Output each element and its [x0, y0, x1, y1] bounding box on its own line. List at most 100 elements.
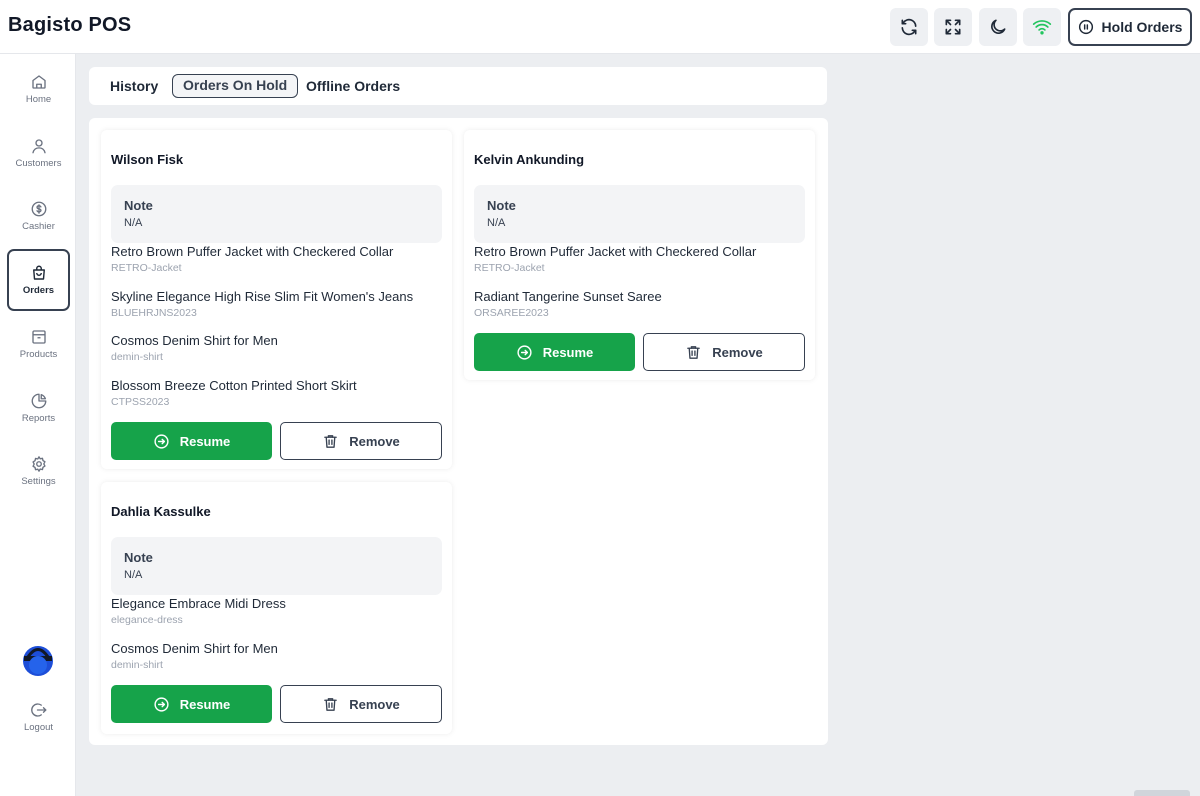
note-value: N/A — [124, 569, 143, 581]
avatar-icon — [23, 646, 53, 676]
item-sku: elegance-dress — [111, 614, 183, 626]
remove-button[interactable]: Remove — [643, 333, 805, 371]
app-title: Bagisto POS — [8, 14, 132, 36]
sidebar-item-orders[interactable]: Orders — [7, 249, 70, 311]
sidebar-item-label: Cashier — [22, 221, 55, 232]
item-name: Radiant Tangerine Sunset Saree — [474, 289, 662, 304]
item-name: Blossom Breeze Cotton Printed Short Skir… — [111, 378, 357, 393]
user-avatar[interactable] — [22, 644, 54, 676]
fullscreen-icon — [945, 19, 961, 35]
remove-button[interactable]: Remove — [280, 422, 442, 460]
sidebar-item-reports[interactable]: Reports — [7, 377, 70, 439]
gear-icon — [31, 456, 46, 472]
sidebar-item-label: Customers — [15, 158, 62, 169]
home-icon — [31, 75, 46, 89]
dollar-icon — [31, 201, 46, 217]
list-item: Cosmos Denim Shirt for Men demin-shirt — [111, 641, 446, 671]
moon-icon — [991, 19, 1006, 34]
refresh-icon — [901, 18, 917, 36]
order-note: Note N/A — [111, 537, 442, 595]
customer-name: Wilson Fisk — [111, 152, 184, 167]
item-sku: BLUEHRJNS2023 — [111, 307, 197, 319]
sidebar-item-customers[interactable]: Customers — [7, 122, 70, 184]
tab-orders-on-hold[interactable]: Orders On Hold — [172, 74, 299, 98]
shopping-bag-icon — [32, 265, 45, 280]
customer-name: Kelvin Ankunding — [474, 152, 585, 167]
hold-orders-label: Hold Orders — [1101, 19, 1183, 35]
logout-button[interactable]: Logout — [7, 686, 70, 748]
item-name: Retro Brown Puffer Jacket with Checkered… — [474, 244, 757, 259]
fullscreen-button[interactable] — [934, 8, 972, 46]
pie-chart-icon — [31, 393, 46, 409]
user-icon — [31, 139, 46, 154]
item-name: Cosmos Denim Shirt for Men — [111, 333, 278, 348]
tab-history[interactable]: History — [100, 74, 168, 98]
remove-button[interactable]: Remove — [280, 685, 442, 723]
note-title: Note — [124, 198, 153, 213]
sidebar-item-cashier[interactable]: Cashier — [7, 185, 70, 247]
sidebar-item-label: Products — [19, 349, 58, 360]
connection-status-button[interactable] — [1023, 8, 1061, 46]
sidebar-item-products[interactable]: Products — [7, 313, 70, 375]
held-order-card: Wilson Fisk Note N/A Retro Brown Puffer … — [101, 130, 452, 469]
scrollbar-handle[interactable] — [1134, 790, 1190, 796]
hold-orders-button[interactable]: Hold Orders — [1068, 8, 1192, 46]
remove-label: Remove — [349, 433, 400, 449]
arrow-right-circle-icon — [154, 696, 169, 712]
item-sku: CTPSS2023 — [111, 396, 170, 408]
item-name: Elegance Embrace Midi Dress — [111, 596, 286, 611]
note-value: N/A — [487, 217, 506, 229]
sidebar-item-label: Home — [25, 94, 52, 105]
note-title: Note — [487, 198, 516, 213]
sidebar: Home Customers Cashier Orders Products R… — [0, 54, 76, 796]
tab-offline-orders[interactable]: Offline Orders — [296, 74, 410, 98]
resume-label: Resume — [179, 696, 231, 712]
logout-label: Logout — [23, 722, 54, 733]
item-sku: RETRO-Jacket — [474, 262, 545, 274]
held-order-card: Kelvin Ankunding Note N/A Retro Brown Pu… — [464, 130, 815, 380]
resume-button[interactable]: Resume — [111, 422, 272, 460]
resume-button[interactable]: Resume — [111, 685, 272, 723]
item-sku: ORSAREE2023 — [474, 307, 549, 319]
trash-icon — [324, 697, 338, 711]
resume-button[interactable]: Resume — [474, 333, 635, 371]
trash-icon — [687, 345, 701, 359]
list-item: Radiant Tangerine Sunset Saree ORSAREE20… — [474, 289, 809, 319]
list-item: Elegance Embrace Midi Dress elegance-dre… — [111, 596, 446, 626]
list-item: Blossom Breeze Cotton Printed Short Skir… — [111, 378, 446, 408]
item-name: Skyline Elegance High Rise Slim Fit Wome… — [111, 289, 414, 304]
order-note: Note N/A — [111, 185, 442, 243]
item-sku: demin-shirt — [111, 659, 163, 671]
remove-label: Remove — [712, 344, 763, 360]
resume-label: Resume — [542, 344, 594, 360]
item-name: Retro Brown Puffer Jacket with Checkered… — [111, 244, 394, 259]
list-item: Retro Brown Puffer Jacket with Checkered… — [111, 244, 446, 274]
held-order-card: Dahlia Kassulke Note N/A Elegance Embrac… — [101, 482, 452, 734]
list-item: Skyline Elegance High Rise Slim Fit Wome… — [111, 289, 446, 319]
order-tabs: History Orders On Hold Offline Orders — [89, 67, 827, 105]
sidebar-item-label: Settings — [21, 476, 56, 487]
top-header: Bagisto POS Hold Orders — [0, 0, 1200, 54]
dark-mode-button[interactable] — [979, 8, 1017, 46]
logout-icon — [30, 703, 46, 717]
pause-circle-icon — [1078, 19, 1093, 35]
list-item: Cosmos Denim Shirt for Men demin-shirt — [111, 333, 446, 363]
wifi-icon — [1032, 20, 1052, 35]
refresh-button[interactable] — [890, 8, 928, 46]
sidebar-item-home[interactable]: Home — [7, 58, 70, 120]
arrow-right-circle-icon — [517, 344, 532, 360]
sidebar-item-settings[interactable]: Settings — [7, 440, 70, 502]
remove-label: Remove — [349, 696, 400, 712]
trash-icon — [324, 434, 338, 448]
list-item: Retro Brown Puffer Jacket with Checkered… — [474, 244, 809, 274]
sidebar-item-label: Orders — [22, 285, 55, 296]
item-sku: RETRO-Jacket — [111, 262, 182, 274]
held-orders-panel: Wilson Fisk Note N/A Retro Brown Puffer … — [89, 118, 828, 745]
customer-name: Dahlia Kassulke — [111, 504, 211, 519]
arrow-right-circle-icon — [154, 433, 169, 449]
order-note: Note N/A — [474, 185, 805, 243]
sidebar-item-label: Reports — [21, 413, 56, 424]
item-name: Cosmos Denim Shirt for Men — [111, 641, 278, 656]
item-sku: demin-shirt — [111, 351, 163, 363]
note-value: N/A — [124, 217, 143, 229]
